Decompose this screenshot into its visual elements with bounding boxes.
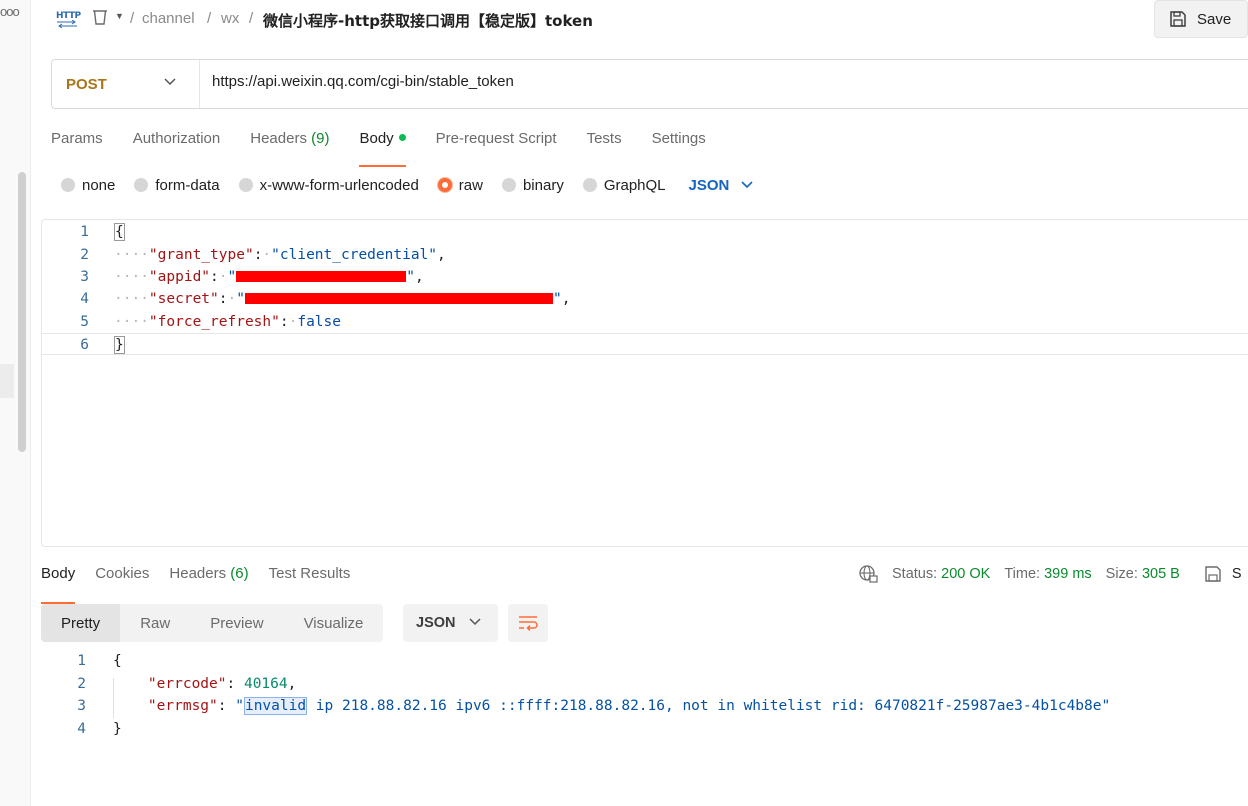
line-number: 4 [80,291,89,307]
more-options-icon[interactable]: ooo [0,4,20,19]
breadcrumb-separator: / [130,10,135,27]
save-button-label: Save [1197,10,1232,28]
matched-brace: } [114,336,125,354]
radio-circle [61,178,75,192]
save-button[interactable]: Save [1154,0,1248,38]
editor-line: 3 ····"appid":·" ", [42,266,1248,288]
size-label: Size: [1105,566,1138,582]
url-bar: POST [51,59,1248,109]
response-headers-count: (6) [230,565,249,582]
tab-cookies[interactable]: Cookies [95,563,149,597]
request-header: HTTP ▼ / channel / wx / 微信小程序-http获取接口调用… [31,0,1248,40]
response-meta: Status: 200 OK Time: 399 ms Size: 305 B … [858,564,1242,584]
url-input[interactable] [212,73,1212,90]
line-number: 2 [77,676,86,692]
request-body-editor[interactable]: 1 { 2 ····"grant_type":·"client_credenti… [41,219,1248,547]
response-view-group: Pretty Raw Preview Visualize [41,604,384,642]
time-label: Time: [1004,566,1041,582]
tab-authorization[interactable]: Authorization [133,128,221,162]
request-title[interactable]: 微信小程序-http获取接口调用【稳定版】token [263,10,593,31]
tab-response-headers[interactable]: Headers (6) [169,563,248,597]
editor-line: 4 ····"secret":·" ", [42,288,1248,310]
radio-circle [134,178,149,192]
time-value[interactable]: 399 ms [1044,566,1092,582]
editor-line: 1 { [42,221,1248,243]
body-modified-dot [398,134,406,141]
tab-headers[interactable]: Headers (9) [250,128,329,162]
headers-count: (9) [311,130,330,147]
line-number: 5 [80,314,89,330]
save-icon [1205,566,1221,582]
radio-raw[interactable]: raw [437,177,483,194]
globe-lock-icon[interactable] [858,564,878,584]
left-sidebar-strip: ooo [0,0,31,806]
radio-graphql[interactable]: GraphQL [582,177,666,194]
editor-line: 5 ····"force_refresh":·false [42,311,1248,333]
view-visualize[interactable]: Visualize [284,604,384,642]
method-label: POST [66,75,107,93]
line-number: 1 [77,653,86,669]
collection-dropdown-caret-icon[interactable]: ▼ [115,11,124,21]
response-tabs: Body Cookies Headers (6) Test Results [41,563,370,604]
radio-binary[interactable]: binary [501,177,564,194]
save-icon [1170,11,1186,27]
tab-test-results[interactable]: Test Results [269,563,351,597]
line-number: 6 [80,337,89,353]
matched-brace: { [114,223,125,241]
radio-form-data[interactable]: form-data [134,177,220,194]
response-language-select[interactable]: JSON [403,604,498,642]
tab-tests[interactable]: Tests [587,128,622,162]
response-body-viewer[interactable]: 1 { 2 "errcode": 40164, 3 "errmsg": "inv… [41,650,1248,750]
line-number: 1 [80,224,89,240]
breadcrumb-separator: / [249,10,254,27]
tab-params[interactable]: Params [51,128,103,162]
chevron-down-icon [164,78,176,86]
tab-pre-request-script[interactable]: Pre-request Script [436,128,557,162]
wrap-lines-icon [519,616,538,631]
redaction-mark [236,271,407,282]
radio-circle [582,178,597,192]
line-number: 2 [80,247,89,263]
body-type-selector: none form-data x-www-form-urlencoded raw… [61,175,753,195]
radio-circle [501,178,516,192]
radio-circle-checked [437,178,452,192]
redaction-mark [244,293,553,304]
search-highlight: invalid [243,697,308,715]
breadcrumb-item-wx[interactable]: wx [221,10,239,27]
view-preview[interactable]: Preview [190,604,283,642]
body-language-select[interactable]: JSON [689,177,754,194]
collection-icon[interactable] [91,8,109,31]
radio-none[interactable]: none [61,177,115,194]
save-response-label: S [1231,566,1242,582]
radio-circle [238,178,253,192]
save-response-button[interactable]: S [1204,565,1242,583]
request-tabs: Params Authorization Headers (9) Body Pr… [51,128,736,167]
view-raw[interactable]: Raw [120,604,190,642]
tab-body[interactable]: Body [359,128,406,167]
chevron-down-icon [741,181,753,189]
status-value[interactable]: 200 OK [941,566,990,582]
status-label: Status: [892,566,938,582]
method-select[interactable]: POST [52,60,200,108]
sidebar-scrollbar[interactable] [18,172,26,452]
tab-settings[interactable]: Settings [652,128,706,162]
line-number: 3 [80,269,89,285]
radio-x-www-form-urlencoded[interactable]: x-www-form-urlencoded [238,177,419,194]
editor-line: 2 ····"grant_type":·"client_credential", [42,244,1248,266]
http-icon: HTTP [56,9,81,29]
breadcrumb-item-channel[interactable]: channel [142,10,195,27]
size-value[interactable]: 305 B [1142,566,1180,582]
tab-response-body[interactable]: Body [41,563,76,604]
chevron-down-icon [469,618,481,626]
editor-line-current: 6 } [42,333,1248,355]
line-number: 4 [77,721,86,737]
line-number: 3 [77,698,86,714]
wrap-lines-button[interactable] [508,604,548,642]
view-pretty[interactable]: Pretty [41,604,121,642]
sidebar-selected-item[interactable] [0,364,14,398]
breadcrumb-separator: / [207,10,212,27]
